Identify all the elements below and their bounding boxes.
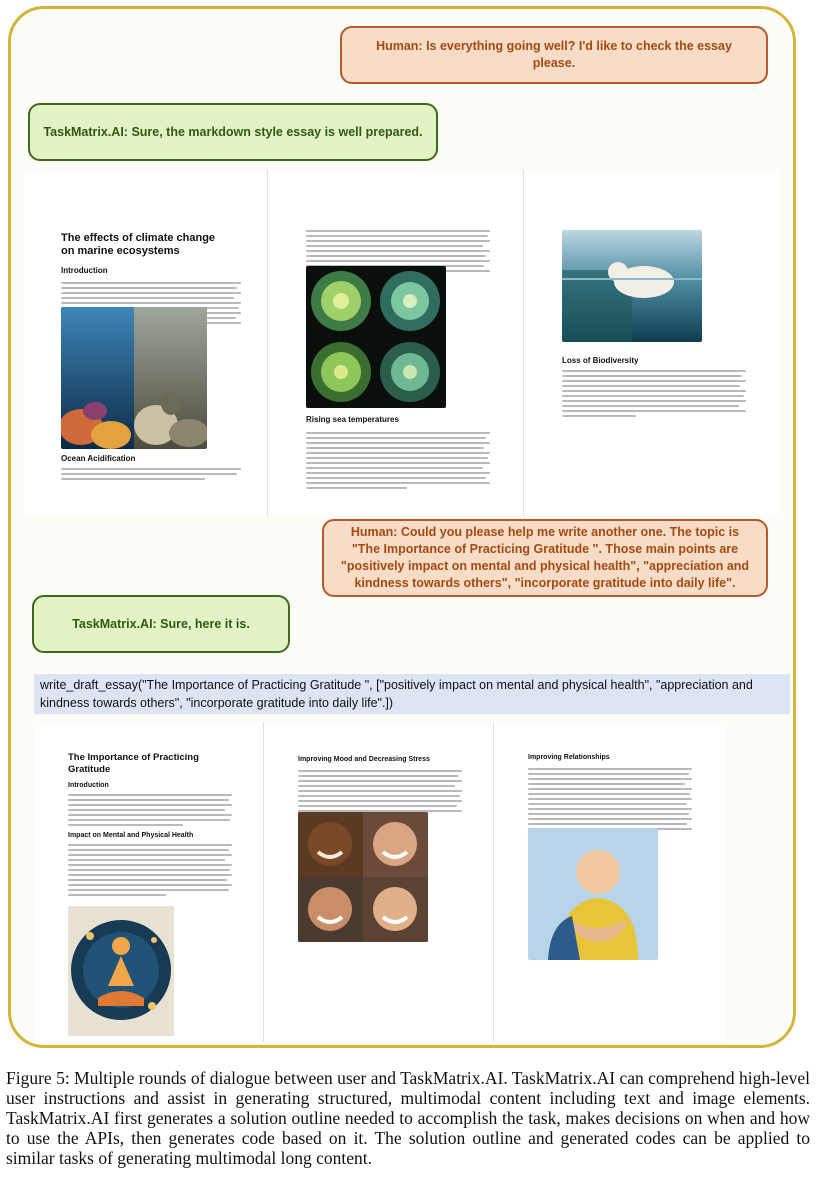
essay-1-page-2: Rising sea temperatures: [268, 170, 524, 516]
essay-1-sea-text: [306, 432, 490, 489]
essay-2-title: The Importance of Practicing Gratitude: [68, 752, 199, 775]
essay-1-bio-text: [562, 370, 746, 417]
human-message-2-text: Human: Could you please help me write an…: [340, 525, 750, 590]
essay-2-intro-text: [68, 794, 232, 826]
essay-2-impact-text: [68, 844, 232, 896]
essay-2-mood-heading: Improving Mood and Decreasing Stress: [298, 756, 430, 763]
essay-2-mood-text: [298, 770, 462, 817]
ai-message-2-text: TaskMatrix.AI: Sure, here it is.: [72, 616, 250, 631]
human-message-1: Human: Is everything going well? I'd lik…: [340, 26, 768, 84]
ai-message-1: TaskMatrix.AI: Sure, the markdown style …: [28, 103, 438, 161]
hug-illustration-image: [528, 828, 658, 960]
human-message-1-text: Human: Is everything going well? I'd lik…: [376, 39, 732, 70]
essay-2-rel-heading: Improving Relationships: [528, 754, 610, 761]
essay-1-ocean-heading: Ocean Acidification: [61, 454, 136, 463]
essay-2-impact-heading: Impact on Mental and Physical Health: [68, 832, 194, 839]
essay-1-title: The effects of climate change on marine …: [61, 232, 216, 257]
plankton-image: [306, 266, 446, 408]
api-code-call: write_draft_essay("The Importance of Pra…: [34, 674, 790, 714]
essay-1-pages: The effects of climate change on marine …: [24, 170, 780, 516]
essay-1-sea-heading: Rising sea temperatures: [306, 415, 399, 424]
ai-message-2: TaskMatrix.AI: Sure, here it is.: [32, 595, 290, 653]
essay-2-page-3: Improving Relationships: [494, 722, 726, 1042]
essay-2-rel-text: [528, 768, 692, 835]
essay-1-page-1: The effects of climate change on marine …: [24, 170, 268, 516]
coral-reef-image: [61, 307, 207, 449]
essay-2-intro-heading: Introduction: [68, 782, 109, 789]
smiling-faces-image: [298, 812, 428, 942]
meditation-image: [68, 906, 174, 1036]
human-message-2: Human: Could you please help me write an…: [322, 519, 768, 597]
essay-1-bio-heading: Loss of Biodiversity: [562, 356, 639, 365]
figure-caption: Figure 5: Multiple rounds of dialogue be…: [6, 1068, 810, 1168]
ai-message-1-text: TaskMatrix.AI: Sure, the markdown style …: [43, 124, 423, 139]
essay-2-pages: The Importance of Practicing Gratitude I…: [34, 722, 726, 1042]
essay-1-intro-heading: Introduction: [61, 266, 108, 275]
essay-2-page-2: Improving Mood and Decreasing Stress: [264, 722, 494, 1042]
essay-1-page-3: Loss of Biodiversity: [524, 170, 780, 516]
polar-bear-image: [562, 230, 702, 342]
essay-2-page-1: The Importance of Practicing Gratitude I…: [34, 722, 264, 1042]
essay-1-ocean-text: [61, 468, 241, 480]
